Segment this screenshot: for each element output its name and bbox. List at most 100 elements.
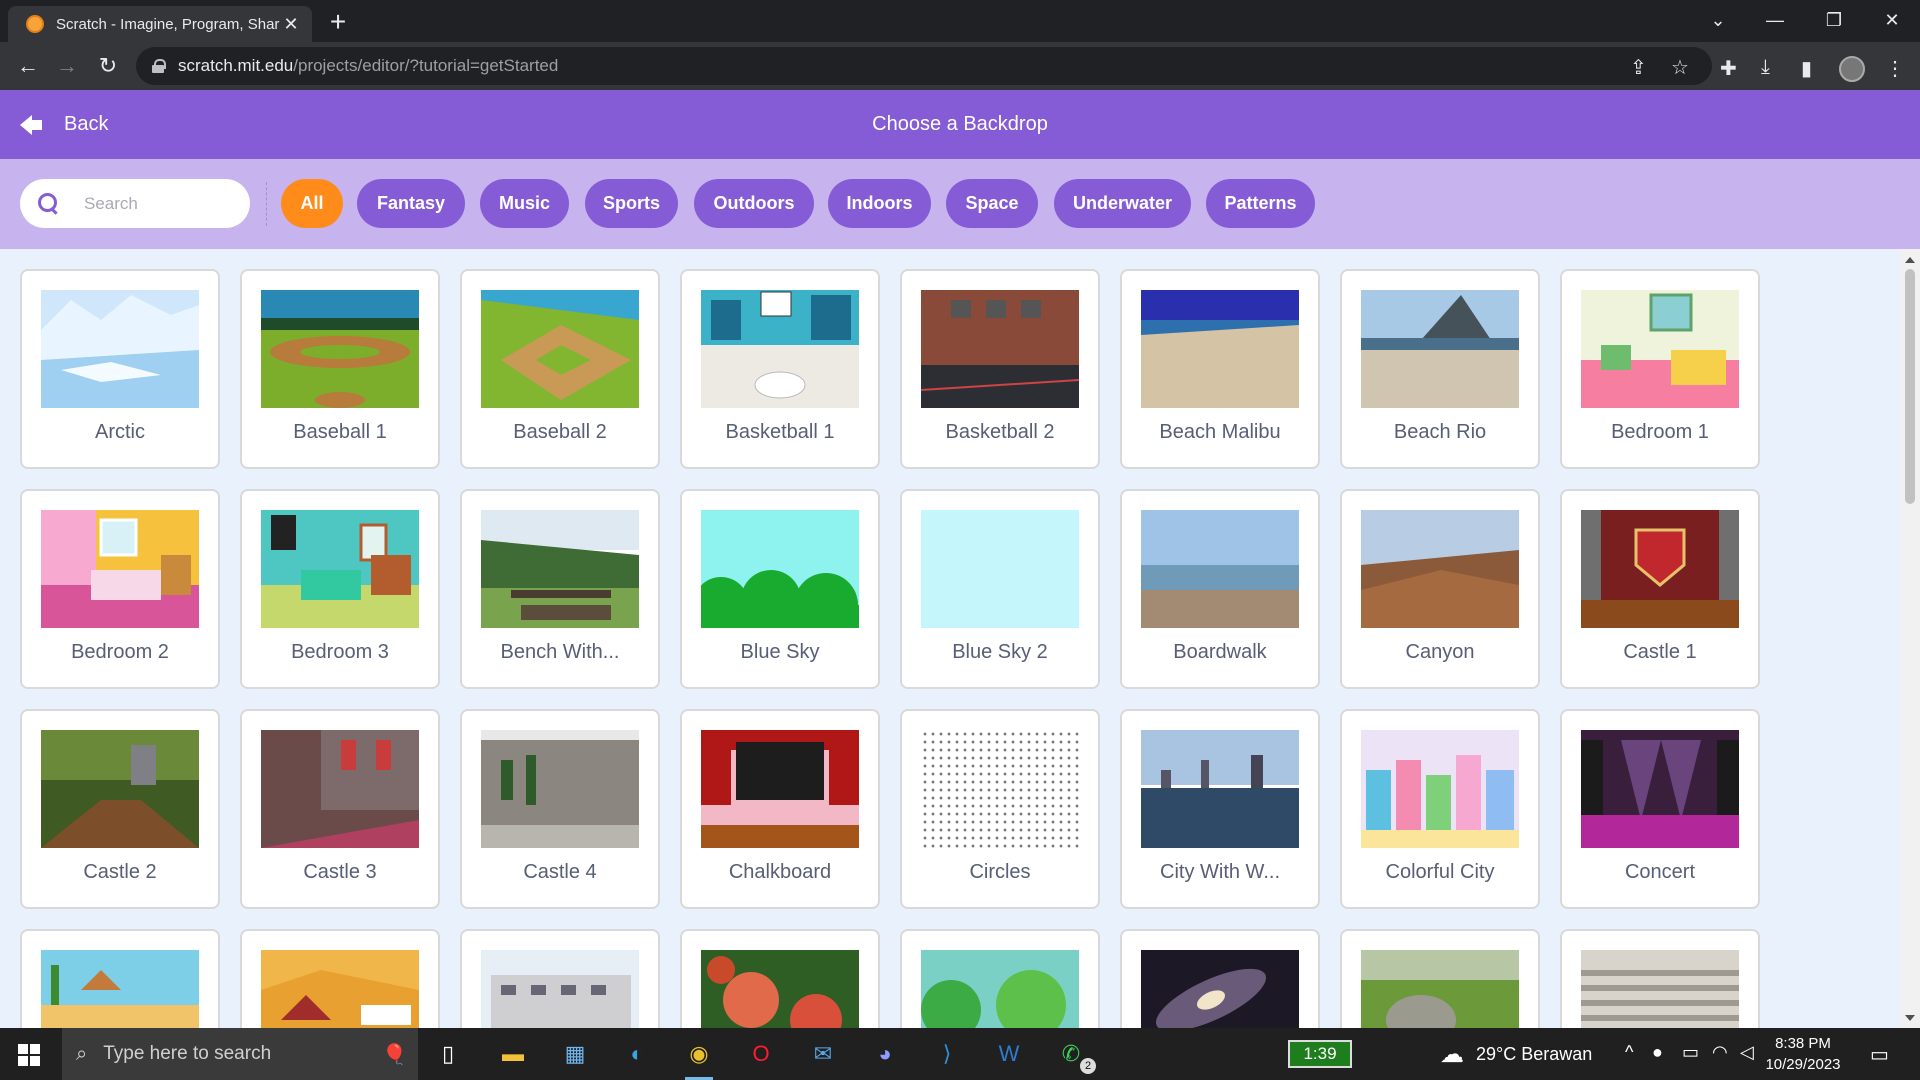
backdrop-card-colorful-city[interactable]: Colorful City [1340,709,1540,909]
chrome-icon[interactable]: ◉ [681,1036,717,1072]
backdrop-card-flowers[interactable] [680,929,880,1028]
search-box[interactable] [20,179,250,228]
backdrop-card-blue-sky[interactable]: Blue Sky [680,489,880,689]
backdrop-card-castle-2[interactable]: Castle 2 [20,709,220,909]
word-icon[interactable]: W [991,1036,1027,1072]
backdrop-card-canyon[interactable]: Canyon [1340,489,1540,689]
bookmark-star-icon[interactable]: ☆ [1671,55,1689,80]
city-with-water-thumbnail [1141,730,1299,848]
backdrop-card-bedroom-2[interactable]: Bedroom 2 [20,489,220,689]
backdrop-card-building[interactable] [460,929,660,1028]
backdrop-card-beach-malibu[interactable]: Beach Malibu [1120,269,1320,469]
forward-arrow-icon[interactable]: → [53,52,81,80]
wifi-icon[interactable]: ◠ [1712,1042,1728,1063]
back-arrow-icon[interactable]: ← [14,52,42,80]
taskbar-clock[interactable]: 8:38 PM 10/29/2023 [1758,1033,1848,1075]
backdrop-card-arctic[interactable]: Arctic [20,269,220,469]
clock-time: 8:38 PM [1775,1035,1831,1052]
backdrop-card-bench-with[interactable]: Bench With... [460,489,660,689]
download-icon[interactable]: ⤓ [1761,56,1770,79]
backdrop-card-city-with-water[interactable]: City With W... [1120,709,1320,909]
backdrop-card-farm[interactable] [240,929,440,1028]
backdrop-card-beach-rio[interactable]: Beach Rio [1340,269,1540,469]
search-input[interactable] [84,193,224,214]
edge-icon[interactable]: ◐ [619,1036,655,1072]
battery-icon[interactable]: ▭ [1682,1042,1699,1063]
tag-music[interactable]: Music [480,179,569,228]
omnibox[interactable]: scratch.mit.edu/projects/editor/?tutoria… [136,47,1712,85]
file-explorer-icon[interactable]: ▬ [495,1036,531,1072]
backdrop-card-concert[interactable]: Concert [1560,709,1760,909]
backdrop-card-greek-theater[interactable] [1560,929,1760,1028]
tag-outdoors[interactable]: Outdoors [694,179,814,228]
backdrop-card-bedroom-3[interactable]: Bedroom 3 [240,489,440,689]
tag-space[interactable]: Space [946,179,1038,228]
scroll-up-icon[interactable] [1905,257,1915,263]
backdrop-card-chalkboard[interactable]: Chalkboard [680,709,880,909]
library-header: Back Choose a Backdrop [0,90,1920,159]
backdrop-card-castle-4[interactable]: Castle 4 [460,709,660,909]
scrollbar-thumb[interactable] [1905,269,1915,504]
castle-3-thumbnail [261,730,419,848]
windows-start-icon[interactable] [18,1044,40,1066]
backdrop-card-baseball-2[interactable]: Baseball 2 [460,269,660,469]
search-highlight-balloons-icon: 🎈 [382,1043,407,1066]
microsoft-store-icon[interactable]: ▦ [557,1036,593,1072]
building-thumbnail [481,950,639,1028]
restore-icon[interactable]: ❐ [1806,0,1862,40]
share-icon[interactable]: ⇪ [1630,55,1647,80]
tag-fantasy[interactable]: Fantasy [357,179,465,228]
circles-thumbnail [921,730,1079,848]
tray-app-icon[interactable]: ● [1652,1042,1663,1063]
backdrop-card-baseball-1[interactable]: Baseball 1 [240,269,440,469]
backdrop-card-galaxy[interactable] [1120,929,1320,1028]
side-panel-icon[interactable]: ▮ [1801,56,1812,81]
backdrop-card-boardwalk[interactable]: Boardwalk [1120,489,1320,689]
backdrop-label: Castle 2 [83,861,157,883]
backdrop-card-blue-sky-2[interactable]: Blue Sky 2 [900,489,1100,689]
backdrop-label: Castle 3 [303,861,377,883]
tag-sports[interactable]: Sports [585,179,678,228]
browser-tab-bar: Scratch - Imagine, Program, Share ✕ + ⌄ … [0,0,1920,42]
backdrop-card-bedroom-1[interactable]: Bedroom 1 [1560,269,1760,469]
tray-overflow-chevron-icon[interactable]: ^ [1625,1042,1633,1063]
arctic-thumbnail [41,290,199,408]
backdrop-card-basketball-2[interactable]: Basketball 2 [900,269,1100,469]
profile-avatar[interactable] [1839,56,1865,82]
opera-icon[interactable]: O [743,1036,779,1072]
tab-search-chevron-icon[interactable]: ⌄ [1690,0,1746,40]
minimize-icon[interactable]: — [1747,0,1803,40]
task-view-icon[interactable]: ▯ [430,1036,466,1072]
scratch-favicon-icon [26,15,44,33]
tag-patterns[interactable]: Patterns [1206,179,1315,228]
window-close-icon[interactable]: ✕ [1864,0,1920,40]
battery-widget[interactable]: 1:39 [1288,1040,1352,1068]
chalkboard-thumbnail [701,730,859,848]
backdrop-card-castle-1[interactable]: Castle 1 [1560,489,1760,689]
backdrop-card-basketball-1[interactable]: Basketball 1 [680,269,880,469]
vscode-icon[interactable]: ⟩ [929,1036,965,1072]
backdrop-card-desert[interactable] [20,929,220,1028]
tag-all[interactable]: All [281,179,343,228]
tab-close-icon[interactable]: ✕ [280,14,302,35]
mail-icon[interactable]: ✉ [805,1036,841,1072]
discord-icon[interactable]: ◕ [867,1036,903,1072]
reload-icon[interactable]: ↻ [94,52,122,80]
browser-tab[interactable]: Scratch - Imagine, Program, Share ✕ [8,6,312,42]
menu-kebab-icon[interactable]: ⋮ [1885,56,1905,81]
scroll-down-icon[interactable] [1905,1015,1915,1021]
notification-icon[interactable]: ▭ [1870,1042,1889,1067]
backdrop-card-forest[interactable] [900,929,1100,1028]
grid-scrollbar[interactable] [1900,249,1920,1028]
volume-icon[interactable]: ◁ [1740,1042,1754,1063]
backdrop-card-garden-rock[interactable] [1340,929,1540,1028]
backdrop-card-castle-3[interactable]: Castle 3 [240,709,440,909]
backdrop-card-circles[interactable]: Circles [900,709,1100,909]
taskbar-search-box[interactable]: ⌕ Type here to search 🎈 [62,1028,418,1080]
extensions-puzzle-icon[interactable]: ✚ [1720,56,1737,81]
weather-widget[interactable]: ☁ 29°C Berawan [1440,1028,1592,1080]
tag-underwater[interactable]: Underwater [1054,179,1191,228]
backdrop-label: Basketball 1 [725,421,835,443]
new-tab-icon[interactable]: + [322,6,354,38]
tag-indoors[interactable]: Indoors [828,179,931,228]
